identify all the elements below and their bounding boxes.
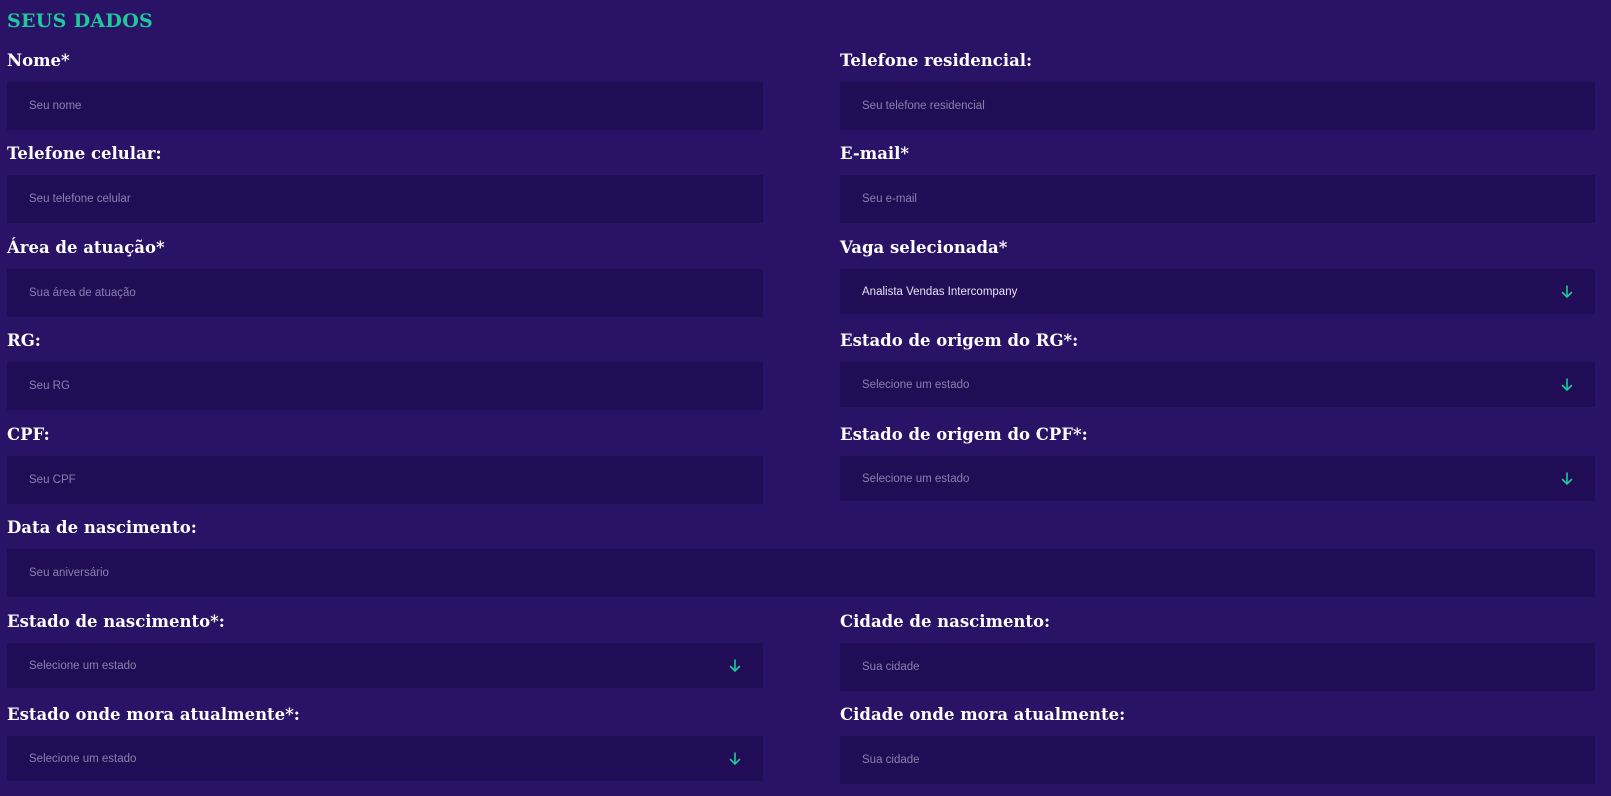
estado-origem-rg-value: Selecione um estado <box>862 378 970 391</box>
field-area-atuacao: Área de atuação* <box>7 235 763 317</box>
telefone-residencial-label: Telefone residencial: <box>840 51 1033 70</box>
field-nome: Nome* <box>7 48 763 130</box>
telefone-celular-label: Telefone celular: <box>7 144 162 163</box>
estado-mora-label: Estado onde mora atualmente*: <box>7 705 300 724</box>
data-nascimento-label: Data de nascimento: <box>7 518 197 537</box>
estado-mora-value: Selecione um estado <box>29 752 137 765</box>
vaga-selecionada-value: Analista Vendas Intercompany <box>862 285 1018 298</box>
estado-origem-cpf-value: Selecione um estado <box>862 472 970 485</box>
cidade-nascimento-label: Cidade de nascimento: <box>840 612 1051 631</box>
telefone-residencial-input[interactable] <box>840 82 1595 130</box>
nome-input[interactable] <box>7 82 763 130</box>
field-estado-nascimento: Estado de nascimento*: Selecione um esta… <box>7 609 763 688</box>
area-atuacao-label: Área de atuação* <box>7 238 165 257</box>
estado-mora-select[interactable]: Selecione um estado <box>7 736 763 781</box>
area-atuacao-input[interactable] <box>7 269 763 317</box>
estado-origem-cpf-label: Estado de origem do CPF*: <box>840 425 1088 444</box>
rg-input[interactable] <box>7 362 763 410</box>
cidade-mora-label: Cidade onde mora atualmente: <box>840 705 1126 724</box>
vaga-selecionada-select[interactable]: Analista Vendas Intercompany <box>840 269 1595 314</box>
field-estado-mora: Estado onde mora atualmente*: Selecione … <box>7 702 763 781</box>
arrow-down-icon <box>1561 377 1573 391</box>
field-rg: RG: <box>7 328 763 410</box>
rg-label: RG: <box>7 331 41 350</box>
field-estado-origem-rg: Estado de origem do RG*: Selecione um es… <box>840 328 1595 407</box>
arrow-down-icon <box>1561 284 1573 298</box>
field-data-nascimento: Data de nascimento: <box>7 515 1595 597</box>
email-label: E-mail* <box>840 144 910 163</box>
field-telefone-celular: Telefone celular: <box>7 141 763 223</box>
estado-origem-rg-label: Estado de origem do RG*: <box>840 331 1079 350</box>
field-vaga-selecionada: Vaga selecionada* Analista Vendas Interc… <box>840 235 1595 314</box>
arrow-down-icon <box>1561 471 1573 485</box>
section-title: SEUS DADOS <box>7 10 154 32</box>
arrow-down-icon <box>729 658 741 672</box>
data-nascimento-input[interactable] <box>7 549 1595 597</box>
estado-nascimento-select[interactable]: Selecione um estado <box>7 643 763 688</box>
email-input[interactable] <box>840 175 1595 223</box>
nome-label: Nome* <box>7 51 70 70</box>
cpf-label: CPF: <box>7 425 50 444</box>
arrow-down-icon <box>729 751 741 765</box>
field-cidade-mora: Cidade onde mora atualmente: <box>840 702 1595 784</box>
field-cidade-nascimento: Cidade de nascimento: <box>840 609 1595 691</box>
estado-nascimento-label: Estado de nascimento*: <box>7 612 225 631</box>
field-estado-origem-cpf: Estado de origem do CPF*: Selecione um e… <box>840 422 1595 501</box>
estado-nascimento-value: Selecione um estado <box>29 659 137 672</box>
cidade-nascimento-input[interactable] <box>840 643 1595 691</box>
estado-origem-rg-select[interactable]: Selecione um estado <box>840 362 1595 407</box>
field-cpf: CPF: <box>7 422 763 504</box>
field-telefone-residencial: Telefone residencial: <box>840 48 1595 130</box>
field-email: E-mail* <box>840 141 1595 223</box>
cidade-mora-input[interactable] <box>840 736 1595 784</box>
vaga-selecionada-label: Vaga selecionada* <box>840 238 1008 257</box>
telefone-celular-input[interactable] <box>7 175 763 223</box>
cpf-input[interactable] <box>7 456 763 504</box>
estado-origem-cpf-select[interactable]: Selecione um estado <box>840 456 1595 501</box>
